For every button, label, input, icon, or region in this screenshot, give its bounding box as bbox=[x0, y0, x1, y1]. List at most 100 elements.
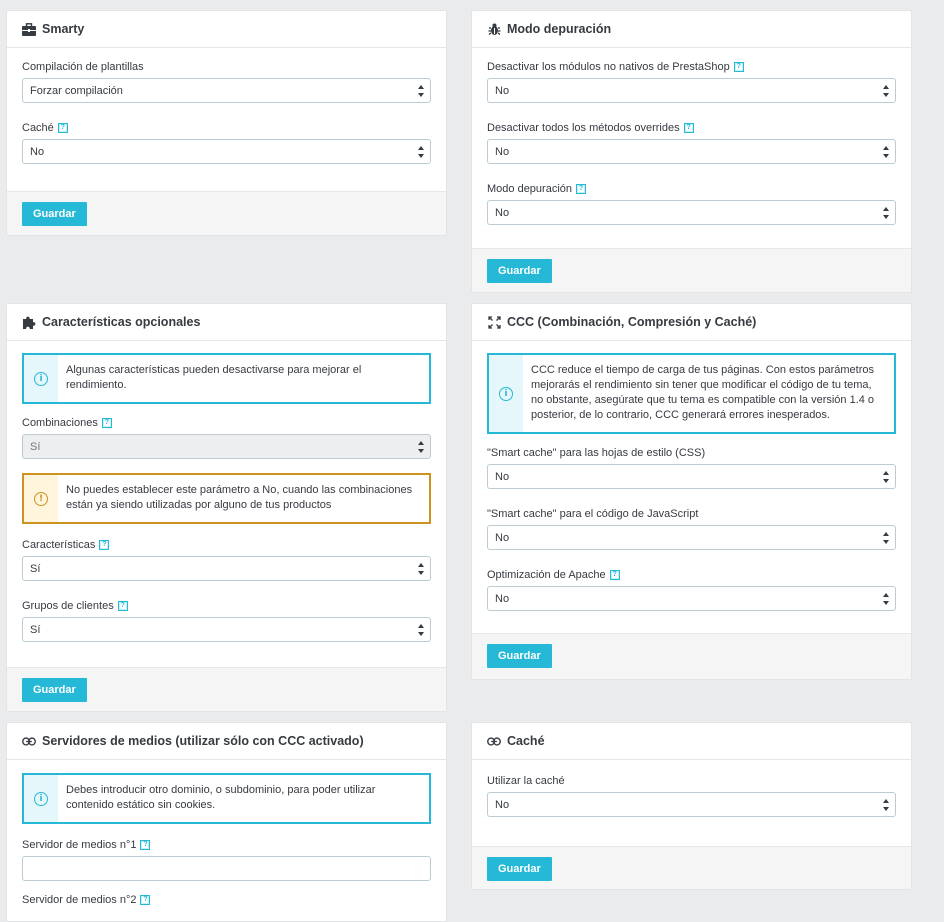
cache-footer: Guardar bbox=[472, 846, 911, 889]
apache-label: Optimización de Apache bbox=[487, 568, 606, 581]
server1-input[interactable] bbox=[22, 856, 431, 881]
compile-label: Compilación de plantillas bbox=[22, 60, 144, 73]
optional-info-alert: i Algunas características pueden desacti… bbox=[22, 353, 431, 404]
compile-select[interactable]: Forzar compilación bbox=[22, 78, 431, 103]
select-arrows-icon bbox=[418, 145, 424, 159]
smarty-title: Smarty bbox=[42, 22, 85, 36]
media-info-alert: i Debes introducir otro dominio, o subdo… bbox=[22, 773, 431, 824]
ccc-info-text: CCC reduce el tiempo de carga de tus pág… bbox=[531, 364, 875, 421]
help-icon[interactable]: ? bbox=[99, 539, 110, 550]
select-arrows-icon bbox=[883, 206, 889, 220]
cache-title: Caché bbox=[507, 734, 545, 748]
debug-save-button[interactable]: Guardar bbox=[487, 259, 552, 283]
help-icon[interactable]: ? bbox=[101, 417, 112, 428]
groups-select[interactable]: Sí bbox=[22, 617, 431, 642]
select-arrows-icon bbox=[418, 623, 424, 637]
help-icon[interactable]: ? bbox=[57, 122, 68, 133]
smarty-cache-label-row: Caché? bbox=[22, 121, 431, 134]
help-icon[interactable]: ? bbox=[140, 894, 151, 905]
link-icon bbox=[487, 734, 501, 748]
nonnative-label: Desactivar los módulos no nativos de Pre… bbox=[487, 60, 730, 73]
nonnative-select[interactable]: No bbox=[487, 78, 896, 103]
ccc-info-alert: i CCC reduce el tiempo de carga de tus p… bbox=[487, 353, 896, 434]
optional-panel-header: Características opcionales bbox=[7, 304, 446, 341]
combinations-select[interactable]: Sí bbox=[22, 434, 431, 459]
smarty-save-button[interactable]: Guardar bbox=[22, 202, 87, 226]
smarty-panel: Smarty Compilación de plantillas Forzar … bbox=[6, 10, 447, 236]
groups-label-row: Grupos de clientes? bbox=[22, 599, 431, 612]
bug-icon bbox=[487, 22, 501, 36]
help-icon[interactable]: ? bbox=[609, 569, 620, 580]
combinations-warning-alert: ! No puedes establecer este parámetro a … bbox=[22, 473, 431, 524]
debug-mode-label: Modo depuración bbox=[487, 182, 573, 195]
puzzle-icon bbox=[22, 315, 36, 329]
nonnative-label-row: Desactivar los módulos no nativos de Pre… bbox=[487, 60, 896, 73]
select-arrows-icon bbox=[418, 440, 424, 454]
cache-save-button[interactable]: Guardar bbox=[487, 857, 552, 881]
debug-mode-select[interactable]: No bbox=[487, 200, 896, 225]
nonnative-value: No bbox=[495, 84, 510, 97]
use-cache-select[interactable]: No bbox=[487, 792, 896, 817]
debug-title: Modo depuración bbox=[507, 22, 612, 36]
select-arrows-icon bbox=[883, 531, 889, 545]
media-panel-header: Servidores de medios (utilizar sólo con … bbox=[7, 723, 446, 760]
select-arrows-icon bbox=[883, 145, 889, 159]
features-value: Sí bbox=[30, 562, 41, 575]
groups-value: Sí bbox=[30, 623, 41, 636]
ccc-panel-header: CCC (Combinación, Compresión y Caché) bbox=[472, 304, 911, 341]
ccc-footer: Guardar bbox=[472, 633, 911, 679]
link-icon bbox=[22, 734, 36, 748]
js-cache-label: "Smart cache" para el código de JavaScri… bbox=[487, 507, 699, 520]
help-icon[interactable]: ? bbox=[733, 61, 744, 72]
optional-save-button[interactable]: Guardar bbox=[22, 678, 87, 702]
ccc-title: CCC (Combinación, Compresión y Caché) bbox=[507, 315, 757, 329]
smarty-cache-value: No bbox=[30, 145, 45, 158]
combinations-value: Sí bbox=[30, 440, 41, 453]
help-icon[interactable]: ? bbox=[683, 122, 694, 133]
select-arrows-icon bbox=[883, 592, 889, 606]
overrides-value: No bbox=[495, 145, 510, 158]
js-cache-select[interactable]: No bbox=[487, 525, 896, 550]
debug-mode-value: No bbox=[495, 206, 510, 219]
media-info-text: Debes introducir otro dominio, o subdomi… bbox=[66, 784, 376, 811]
info-icon: i bbox=[24, 775, 58, 822]
select-arrows-icon bbox=[418, 562, 424, 576]
css-cache-select[interactable]: No bbox=[487, 464, 896, 489]
css-cache-value: No bbox=[495, 470, 510, 483]
debug-mode-label-row: Modo depuración? bbox=[487, 182, 896, 195]
features-select[interactable]: Sí bbox=[22, 556, 431, 581]
overrides-select[interactable]: No bbox=[487, 139, 896, 164]
cache-panel-header: Caché bbox=[472, 723, 911, 760]
help-icon[interactable]: ? bbox=[117, 600, 128, 611]
help-icon[interactable]: ? bbox=[576, 183, 587, 194]
overrides-label: Desactivar todos los métodos overrides bbox=[487, 121, 680, 134]
combinations-label: Combinaciones bbox=[22, 416, 98, 429]
media-title: Servidores de medios (utilizar sólo con … bbox=[42, 734, 364, 748]
optional-info-text: Algunas características pueden desactiva… bbox=[66, 364, 362, 391]
features-label-row: Características? bbox=[22, 538, 431, 551]
ccc-save-button[interactable]: Guardar bbox=[487, 644, 552, 668]
compile-value: Forzar compilación bbox=[30, 84, 123, 97]
warning-icon: ! bbox=[24, 475, 58, 522]
ccc-panel: CCC (Combinación, Compresión y Caché) i … bbox=[471, 303, 912, 680]
smarty-cache-select[interactable]: No bbox=[22, 139, 431, 164]
briefcase-icon bbox=[22, 22, 36, 36]
combinations-warning-text: No puedes establecer este parámetro a No… bbox=[66, 484, 413, 511]
use-cache-value: No bbox=[495, 798, 510, 811]
apache-label-row: Optimización de Apache? bbox=[487, 568, 896, 581]
media-servers-panel: Servidores de medios (utilizar sólo con … bbox=[6, 722, 447, 922]
select-arrows-icon bbox=[418, 84, 424, 98]
select-arrows-icon bbox=[883, 84, 889, 98]
server1-label-row: Servidor de medios n°1? bbox=[22, 838, 431, 851]
overrides-label-row: Desactivar todos los métodos overrides? bbox=[487, 121, 896, 134]
server2-label: Servidor de medios n°2 bbox=[22, 893, 137, 906]
help-icon[interactable]: ? bbox=[140, 839, 151, 850]
debug-footer: Guardar bbox=[472, 248, 911, 292]
cache-panel: Caché Utilizar la caché No Guardar bbox=[471, 722, 912, 890]
debug-panel-header: Modo depuración bbox=[472, 11, 911, 48]
combinations-label-row: Combinaciones? bbox=[22, 416, 431, 429]
optional-footer: Guardar bbox=[7, 667, 446, 711]
apache-select[interactable]: No bbox=[487, 586, 896, 611]
optional-title: Características opcionales bbox=[42, 315, 201, 329]
select-arrows-icon bbox=[883, 798, 889, 812]
